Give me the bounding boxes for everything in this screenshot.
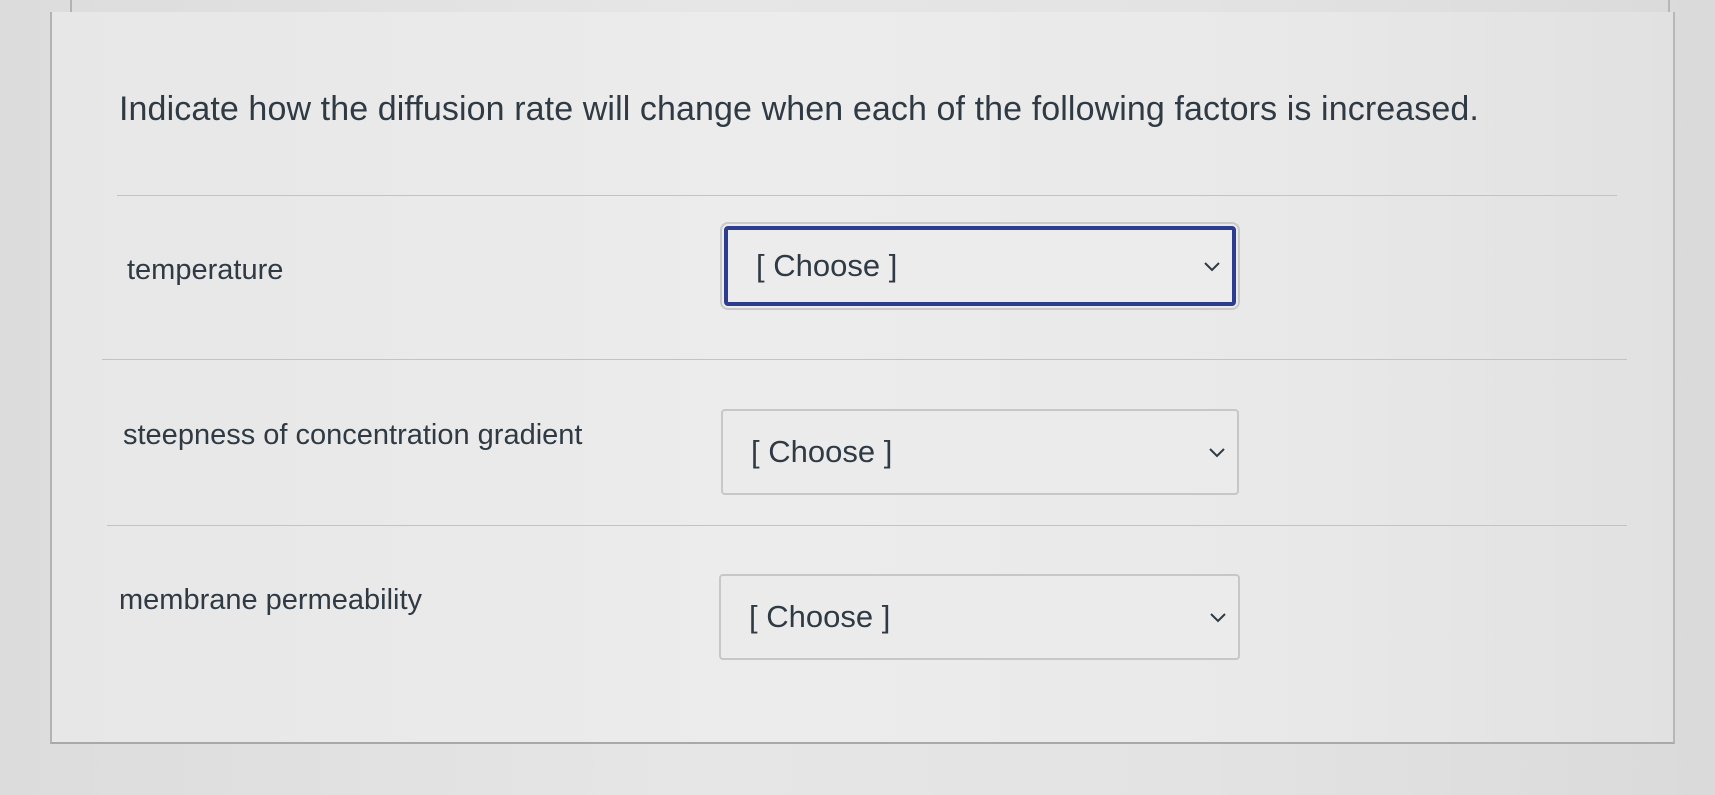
divider bbox=[117, 195, 1617, 196]
answer-select-permeability[interactable]: [ Choose ] bbox=[719, 574, 1240, 660]
page-background: Indicate how the diffusion rate will cha… bbox=[0, 0, 1715, 795]
row-label-temperature: temperature bbox=[127, 254, 284, 286]
divider bbox=[102, 359, 1627, 360]
answer-select-steepness[interactable]: [ Choose ] bbox=[721, 409, 1239, 495]
select-value: [ Choose ] bbox=[756, 248, 898, 283]
matching-row-temperature: temperature [ Choose ] bbox=[52, 222, 1673, 332]
card-top-edge bbox=[70, 0, 1670, 12]
matching-row-permeability: membrane permeability [ Choose ] bbox=[52, 562, 1673, 662]
row-label-steepness: steepness of concentration gradient bbox=[123, 419, 583, 451]
answer-select-temperature[interactable]: [ Choose ] bbox=[720, 222, 1240, 310]
chevron-down-icon bbox=[1210, 613, 1226, 623]
row-label-permeability: membrane permeability bbox=[119, 584, 423, 616]
matching-row-steepness: steepness of concentration gradient [ Ch… bbox=[52, 397, 1673, 497]
question-card: Indicate how the diffusion rate will cha… bbox=[50, 12, 1675, 744]
select-value: [ Choose ] bbox=[751, 434, 893, 469]
divider bbox=[107, 525, 1627, 526]
question-prompt: Indicate how the diffusion rate will cha… bbox=[119, 90, 1479, 128]
chevron-down-icon bbox=[1204, 262, 1220, 272]
chevron-down-icon bbox=[1209, 448, 1225, 458]
select-value: [ Choose ] bbox=[749, 599, 891, 634]
